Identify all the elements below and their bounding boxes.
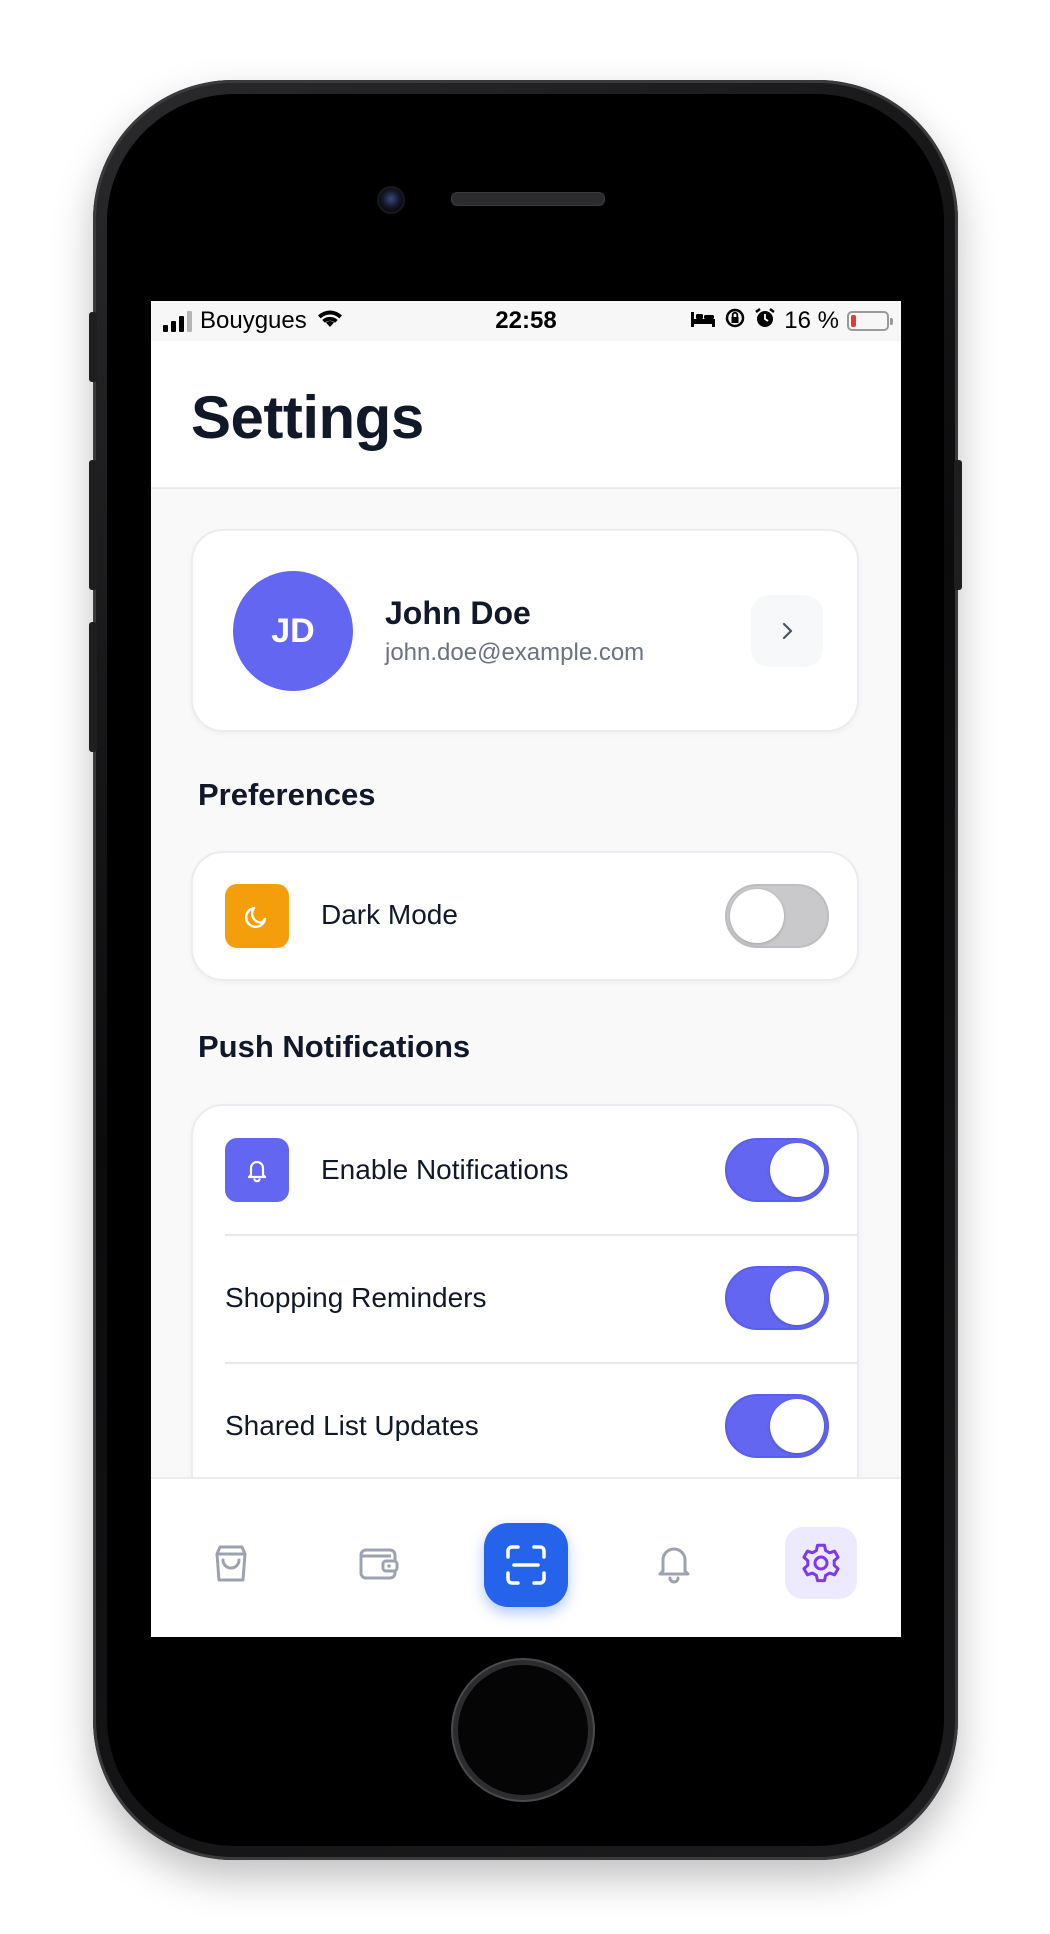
- tab-shopping[interactable]: [195, 1527, 267, 1599]
- power-button: [954, 460, 962, 590]
- bottom-tab-bar: [151, 1477, 901, 1637]
- profile-open-button[interactable]: [751, 595, 823, 667]
- dark-mode-row: Dark Mode: [193, 853, 857, 979]
- wallet-icon: [359, 1548, 399, 1580]
- home-button[interactable]: [458, 1665, 588, 1795]
- tab-notifications[interactable]: [638, 1527, 710, 1599]
- bell-icon: [225, 1138, 289, 1202]
- scan-icon: [506, 1545, 546, 1585]
- enable-notifications-label: Enable Notifications: [321, 1154, 569, 1185]
- dark-mode-toggle[interactable]: [725, 884, 829, 948]
- push-notifications-card: Enable Notifications Shopping Reminders …: [191, 1104, 859, 1524]
- volume-down-button: [89, 622, 97, 752]
- enable-notifications-toggle[interactable]: [725, 1138, 829, 1202]
- volume-up-button: [89, 460, 97, 590]
- bed-icon: [690, 307, 716, 335]
- profile-email: john.doe@example.com: [385, 639, 645, 666]
- status-bar: Bouygues 22:58 16 %: [151, 301, 901, 341]
- toggle-knob: [770, 1399, 824, 1453]
- toggle-knob: [730, 889, 784, 943]
- page-header: Settings: [151, 341, 901, 489]
- mute-switch: [89, 312, 97, 382]
- alarm-icon: [754, 307, 776, 336]
- shopping-reminders-label: Shopping Reminders: [225, 1282, 487, 1313]
- tab-settings[interactable]: [785, 1527, 857, 1599]
- battery-percent: 16 %: [784, 307, 839, 334]
- chevron-right-icon: [782, 622, 793, 640]
- profile-card[interactable]: JD John Doe john.doe@example.com: [191, 529, 859, 732]
- shared-list-updates-toggle[interactable]: [725, 1394, 829, 1458]
- preferences-card: Dark Mode: [191, 851, 859, 981]
- status-right: 16 %: [690, 301, 893, 341]
- tab-wallet[interactable]: [342, 1527, 414, 1599]
- bell-icon: [658, 1547, 690, 1584]
- toggle-knob: [770, 1271, 824, 1325]
- toggle-knob: [770, 1143, 824, 1197]
- push-notifications-section-title: Push Notifications: [198, 1029, 471, 1064]
- profile-name: John Doe: [385, 595, 531, 631]
- battery-level-fill: [851, 315, 856, 327]
- earpiece-speaker: [451, 192, 605, 206]
- screen: Bouygues 22:58 16 % Settings JD John Doe…: [151, 301, 901, 1637]
- gear-icon: [802, 1543, 840, 1583]
- avatar-initials: JD: [271, 611, 315, 650]
- shared-list-updates-label: Shared List Updates: [225, 1410, 479, 1441]
- dark-mode-label: Dark Mode: [321, 899, 458, 930]
- preferences-section-title: Preferences: [198, 777, 376, 812]
- enable-notifications-row: Enable Notifications: [193, 1106, 857, 1234]
- page-title: Settings: [191, 384, 424, 451]
- shopping-bag-icon: [215, 1545, 247, 1582]
- shopping-reminders-toggle[interactable]: [725, 1266, 829, 1330]
- front-camera: [377, 186, 405, 214]
- moon-icon: [225, 884, 289, 948]
- tab-scan[interactable]: [484, 1523, 568, 1607]
- shared-list-updates-row: Shared List Updates: [193, 1364, 857, 1492]
- battery-icon: [847, 311, 893, 331]
- rotation-lock-icon: [724, 307, 746, 336]
- shopping-reminders-row: Shopping Reminders: [193, 1236, 857, 1364]
- avatar: JD: [233, 571, 353, 691]
